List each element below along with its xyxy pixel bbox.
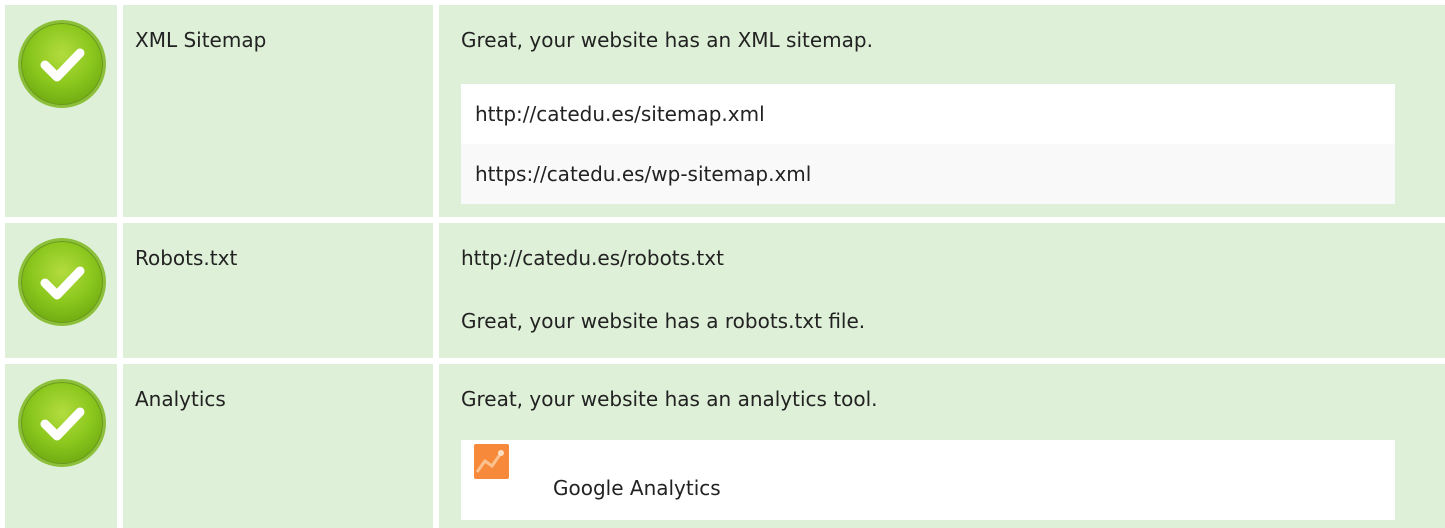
check-row-xml-sitemap: XML Sitemap Great, your website has an X… — [0, 5, 1445, 217]
label-cell: Robots.txt — [123, 223, 433, 358]
label-cell: XML Sitemap — [123, 5, 433, 217]
sitemap-url[interactable]: http://catedu.es/sitemap.xml — [475, 99, 765, 129]
google-analytics-icon — [474, 444, 509, 479]
check-circle-icon — [21, 382, 103, 464]
status-cell — [5, 223, 117, 358]
check-label: Analytics — [135, 387, 226, 411]
check-message: Great, your website has a robots.txt fil… — [461, 309, 866, 333]
check-message: Great, your website has an analytics too… — [461, 387, 878, 411]
check-circle-icon — [21, 23, 103, 105]
detail-cell: Great, your website has an XML sitemap. … — [439, 5, 1445, 217]
status-cell — [5, 5, 117, 217]
robots-url[interactable]: http://catedu.es/robots.txt — [461, 243, 724, 273]
check-label: XML Sitemap — [135, 28, 267, 52]
sitemap-url[interactable]: https://catedu.es/wp-sitemap.xml — [475, 159, 811, 189]
check-row-robots-txt: Robots.txt http://catedu.es/robots.txt G… — [0, 223, 1445, 358]
check-row-analytics: Analytics Great, your website has an ana… — [0, 364, 1445, 528]
detail-cell: http://catedu.es/robots.txt Great, your … — [439, 223, 1445, 358]
analytics-tool-name: Google Analytics — [553, 476, 721, 500]
check-circle-icon — [21, 241, 103, 323]
status-cell — [5, 364, 117, 528]
detail-cell: Great, your website has an analytics too… — [439, 364, 1445, 528]
sitemap-item: https://catedu.es/wp-sitemap.xml — [461, 144, 1395, 204]
label-cell: Analytics — [123, 364, 433, 528]
check-message: Great, your website has an XML sitemap. — [461, 28, 873, 52]
analytics-tool-item: Google Analytics — [461, 440, 1395, 520]
sitemap-item: http://catedu.es/sitemap.xml — [461, 84, 1395, 144]
check-label: Robots.txt — [135, 246, 238, 270]
